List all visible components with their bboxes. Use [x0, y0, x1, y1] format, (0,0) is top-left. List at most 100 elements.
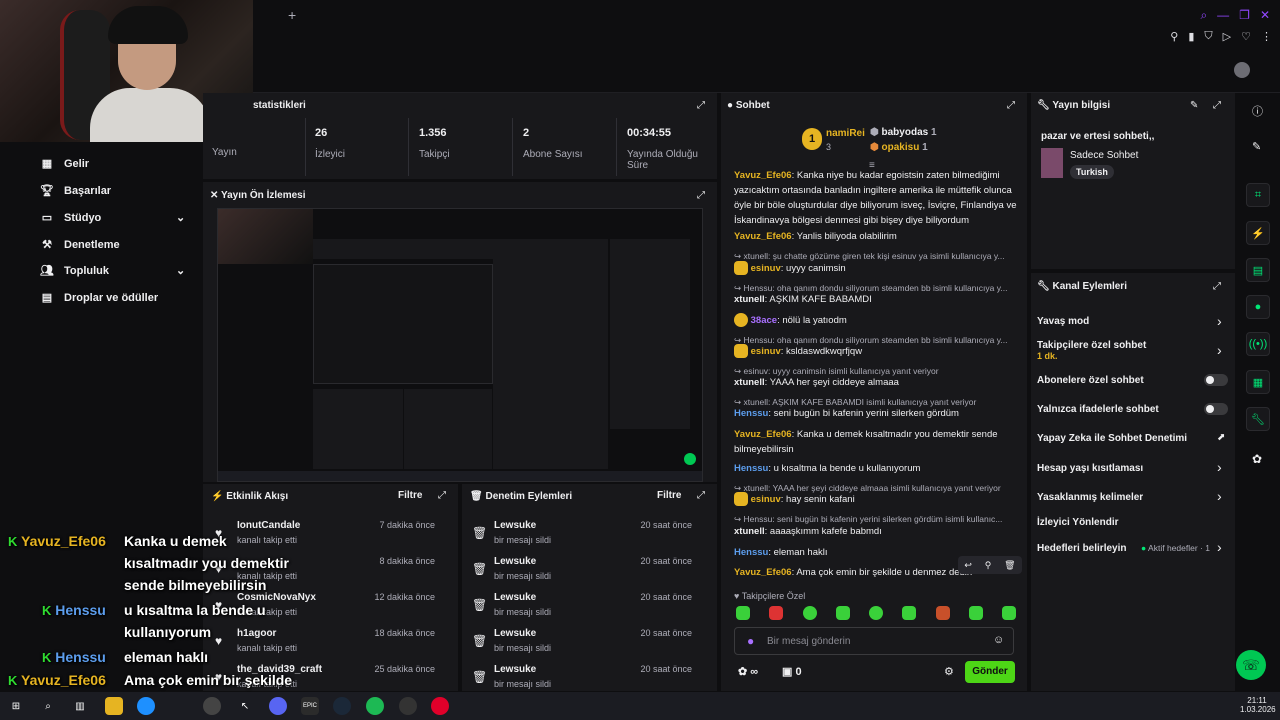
category-name[interactable]: Sadece Sohbet: [1070, 150, 1138, 161]
emote-only-toggle[interactable]: [1204, 403, 1228, 415]
sidebar-item-droplar[interactable]: ▤ Droplar ve ödüller: [40, 291, 158, 305]
category-thumbnail[interactable]: [1041, 148, 1063, 178]
action-slow-mode[interactable]: Yavaş mod: [1037, 316, 1089, 327]
new-tab-plus-icon[interactable]: +: [288, 7, 296, 23]
extensions-icon[interactable]: ✿: [1252, 452, 1262, 466]
chevron-right-icon[interactable]: ›: [1217, 342, 1222, 358]
tag-badge[interactable]: Turkish: [1070, 165, 1114, 179]
activity-filter-button[interactable]: Filtre: [398, 490, 422, 501]
sidebar-item-gelir[interactable]: ▦ Gelir: [40, 157, 89, 171]
chevron-right-icon[interactable]: ›: [1217, 459, 1222, 475]
channel-points[interactable]: ✿ ∞: [738, 665, 758, 678]
send-button[interactable]: Gönder: [965, 661, 1015, 683]
action-emote-only[interactable]: Yalnızca ifadelerle sohbet: [1037, 404, 1159, 415]
wrench-icon[interactable]: 🔧︎: [1246, 407, 1270, 431]
heart-icon[interactable]: ♡: [1241, 30, 1251, 43]
opera-icon[interactable]: [431, 697, 449, 715]
emote-icon[interactable]: [968, 606, 983, 620]
emote-icon[interactable]: [835, 606, 850, 620]
list-item[interactable]: 🗑︎ Lewsuke bir mesajı sildi 20 saat önce: [462, 520, 702, 556]
expand-icon[interactable]: ⤢: [1213, 281, 1221, 292]
minimize-icon[interactable]: —: [1217, 8, 1229, 23]
play-icon[interactable]: ▷: [1223, 30, 1231, 43]
leaderboard-user-3[interactable]: ⬢ opakisu 1: [870, 142, 928, 153]
epic-games-icon[interactable]: EPIC: [301, 697, 319, 715]
profile-avatar[interactable]: [1234, 62, 1250, 78]
chevron-right-icon[interactable]: ›: [1217, 313, 1222, 329]
search-icon[interactable]: ⌕: [39, 697, 57, 715]
document-icon[interactable]: ▤: [1246, 258, 1270, 282]
expand-icon[interactable]: ⤢: [1007, 100, 1015, 111]
gift-counter[interactable]: ▣ 0: [782, 665, 802, 678]
emote-icon[interactable]: [736, 606, 750, 620]
external-link-icon[interactable]: ⬈: [1217, 432, 1225, 443]
task-view-icon[interactable]: ▥: [71, 697, 89, 715]
sidebar-item-studyo[interactable]: ▭ Stüdyo ⌄: [40, 211, 185, 225]
list-item[interactable]: 🗑︎ Lewsuke bir mesajı sildi 20 saat önce: [462, 628, 702, 664]
file-explorer-icon[interactable]: [105, 697, 123, 715]
mod-filter-button[interactable]: Filtre: [657, 490, 681, 501]
close-icon[interactable]: ✕: [1260, 8, 1270, 23]
search-icon[interactable]: ⌕: [1200, 8, 1207, 23]
app-icon[interactable]: [203, 697, 221, 715]
info-icon[interactable]: ⓘ: [1252, 103, 1263, 119]
cursor-icon[interactable]: ↖: [236, 697, 254, 715]
expand-icon[interactable]: ⤢: [697, 100, 705, 111]
spotify-icon[interactable]: [366, 697, 384, 715]
expand-icon[interactable]: ⤢: [438, 490, 446, 501]
lightning-icon[interactable]: ⚡: [1246, 221, 1270, 245]
pin-icon[interactable]: ⚲: [985, 560, 992, 571]
expand-icon[interactable]: ⤢: [697, 190, 705, 201]
more-icon[interactable]: ⋮: [1261, 30, 1272, 43]
windows-start-icon[interactable]: ⊞: [7, 697, 25, 715]
sidebar-item-basarilar[interactable]: 🏆︎ Başarılar: [40, 184, 111, 198]
leaderboard-user-1[interactable]: namiRei: [826, 128, 865, 139]
browser-icon[interactable]: [137, 697, 155, 715]
action-raid[interactable]: İzleyici Yönlendir: [1037, 517, 1119, 528]
emote-icon[interactable]: [769, 606, 784, 620]
stream-preview-video[interactable]: [217, 208, 703, 482]
chevron-right-icon[interactable]: ›: [1217, 488, 1222, 504]
action-ai-moderation[interactable]: Yapay Zeka ile Sohbet Denetimi: [1037, 433, 1187, 444]
action-blocked-words[interactable]: Yasaklanmış kelimeler: [1037, 492, 1143, 503]
action-followers-only[interactable]: Takipçilere özel sohbet: [1037, 340, 1146, 351]
pin-icon[interactable]: ⚲: [1170, 30, 1178, 43]
chat-input[interactable]: ● Bir mesaj gönderin ☺: [734, 627, 1014, 655]
edit-icon[interactable]: ✎: [1190, 100, 1198, 111]
obs-icon[interactable]: [399, 697, 417, 715]
list-item[interactable]: 🗑︎ Lewsuke bir mesajı sildi 20 saat önce: [462, 556, 702, 592]
pencil-icon[interactable]: ✎: [1252, 140, 1261, 153]
emote-icon[interactable]: [935, 606, 950, 620]
bookmark-icon[interactable]: ▮: [1188, 30, 1194, 43]
restore-icon[interactable]: ❐: [1239, 8, 1250, 23]
subs-only-toggle[interactable]: [1204, 374, 1228, 386]
emote-icon[interactable]: [1002, 606, 1016, 620]
leaderboard-user-2[interactable]: ⬢ babyodas 1: [870, 127, 937, 138]
action-goals[interactable]: Hedefleri belirleyin: [1037, 543, 1126, 554]
settings-icon[interactable]: ⚙: [944, 665, 954, 678]
expand-icon[interactable]: ⤢: [1213, 100, 1221, 111]
clock[interactable]: 21:11 1.03.2026: [1240, 696, 1276, 714]
broadcast-icon[interactable]: ((•)): [1246, 332, 1270, 356]
chevron-right-icon[interactable]: ›: [1217, 539, 1222, 555]
mic-icon[interactable]: ●: [747, 634, 754, 648]
discord-icon[interactable]: [269, 697, 287, 715]
clip-icon[interactable]: ⌗: [1246, 183, 1270, 207]
shield-icon[interactable]: ⛉: [1204, 30, 1212, 43]
trash-icon[interactable]: 🗑︎: [1004, 560, 1015, 571]
sidebar-item-denetleme[interactable]: ⚒ Denetleme: [40, 238, 120, 252]
host-icon[interactable]: ▦: [1246, 370, 1270, 394]
expand-icon[interactable]: ⤢: [697, 490, 705, 501]
support-icon[interactable]: ☏: [1236, 650, 1266, 680]
emote-icon[interactable]: [902, 606, 917, 620]
list-item[interactable]: 🗑︎ Lewsuke bir mesajı sildi 20 saat önce: [462, 592, 702, 628]
steam-icon[interactable]: [333, 697, 351, 715]
emote-icon[interactable]: [869, 606, 883, 620]
reply-icon[interactable]: ↩: [964, 560, 972, 571]
action-subs-only[interactable]: Abonelere özel sohbet: [1037, 375, 1144, 386]
emote-icon[interactable]: [802, 606, 817, 620]
action-account-age[interactable]: Hesap yaşı kısıtlaması: [1037, 463, 1143, 474]
sidebar-item-topluluk[interactable]: 👥︎ Topluluk ⌄: [40, 264, 185, 278]
chat-bubble-icon[interactable]: ●: [1246, 295, 1270, 319]
emoji-icon[interactable]: ☺: [993, 634, 1004, 646]
